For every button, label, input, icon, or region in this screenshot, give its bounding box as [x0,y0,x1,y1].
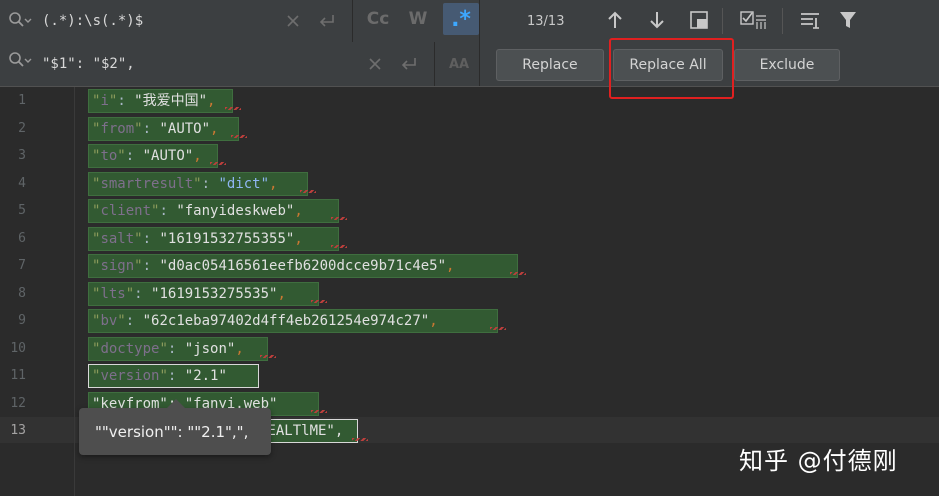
indent-guide [74,87,75,496]
error-squiggle [352,438,368,441]
line-number: 12 [10,395,26,411]
error-squiggle [331,245,347,248]
error-squiggle [490,327,506,330]
line-number: 4 [18,175,26,191]
code-line[interactable]: "from": "AUTO", [88,116,239,141]
error-squiggle [260,355,276,358]
line-number: 7 [18,258,26,273]
code-editor[interactable]: 1 2 3 4 5 6 7 8 9 10 11 12 13 "i": "我爱中国… [0,87,939,496]
replace-field[interactable]: "$1": "$2", AA [0,42,478,86]
regex-toggle[interactable]: .* [443,3,479,35]
new-line-icon[interactable] [316,0,338,42]
line-number: 1 [18,93,26,108]
replace-history-icon[interactable] [8,51,32,71]
filter-icon[interactable] [833,5,863,35]
error-squiggle [311,410,327,413]
next-occurrence-icon[interactable] [642,5,672,35]
error-squiggle [210,162,226,165]
code-line[interactable]: "doctype": "json", [88,336,268,361]
error-squiggle [225,107,241,110]
error-squiggle [311,300,327,303]
code-line[interactable]: "client": "fanyideskweb", [88,199,339,223]
error-squiggle [231,135,247,138]
divider [479,0,480,42]
code-line-selected[interactable]: "version": "2.1" [88,364,259,388]
line-number-gutter: 1 2 3 4 5 6 7 8 9 10 11 12 13 [0,87,74,496]
line-number: 2 [18,120,26,136]
preserve-case-toggle[interactable]: AA [444,42,474,86]
code-line[interactable]: "i": "我爱中国", [88,89,233,113]
in-selection-icon[interactable] [737,5,771,35]
divider [722,8,723,34]
line-number: 3 [18,148,26,163]
error-squiggle [300,190,316,193]
new-line-icon[interactable] [398,42,420,86]
code-line[interactable]: "lts": "1619153275535", [88,281,319,306]
ide-window: (.*):\s(.*)$ Cc W .* 13/13 "$1": "$2", A… [0,0,939,496]
replace-button[interactable]: Replace [496,49,604,81]
line-number: 9 [18,313,26,328]
search-bar: (.*):\s(.*)$ Cc W .* 13/13 [0,0,939,43]
code-line[interactable]: "salt": "16191532755355", [88,226,339,251]
line-number: 10 [10,340,26,356]
replace-input[interactable]: "$1": "$2", [42,42,135,86]
line-number: 8 [18,285,26,301]
search-input[interactable]: (.*):\s(.*)$ [42,0,143,42]
divider [479,42,480,86]
select-all-occurrences-icon[interactable] [684,5,714,35]
clear-replace-icon[interactable] [364,42,386,86]
match-case-toggle[interactable]: Cc [360,3,396,35]
divider [782,8,783,34]
tooltip-text: ""version"": ""2.1",", [95,422,249,441]
line-number: 11 [10,368,26,383]
match-count: 13/13 [527,13,565,29]
code-line[interactable]: "sign": "d0ac05416561eefb6200dcce9b71c4e… [88,254,518,278]
search-history-icon[interactable] [8,11,32,31]
line-number: 13 [10,423,26,438]
error-squiggle [510,272,526,275]
replacement-preview-tooltip: ""version"": ""2.1",", [79,399,271,455]
error-squiggle [331,217,347,220]
words-toggle[interactable]: W [400,3,436,35]
code-line[interactable]: "bv": "62c1eba97402d4ff4eb261254e974c27"… [88,309,498,333]
line-number: 5 [18,203,26,218]
divider [352,0,353,42]
line-number: 6 [18,230,26,246]
previous-occurrence-icon[interactable] [600,5,630,35]
divider [434,42,435,86]
code-line[interactable]: "smartresult": "dict", [88,171,308,196]
multiline-icon[interactable] [795,5,825,35]
watermark: 知乎 @付德刚 [739,447,898,475]
code-line[interactable]: "to": "AUTO", [88,144,218,168]
exclude-button[interactable]: Exclude [734,49,840,81]
clear-search-icon[interactable] [282,0,304,42]
